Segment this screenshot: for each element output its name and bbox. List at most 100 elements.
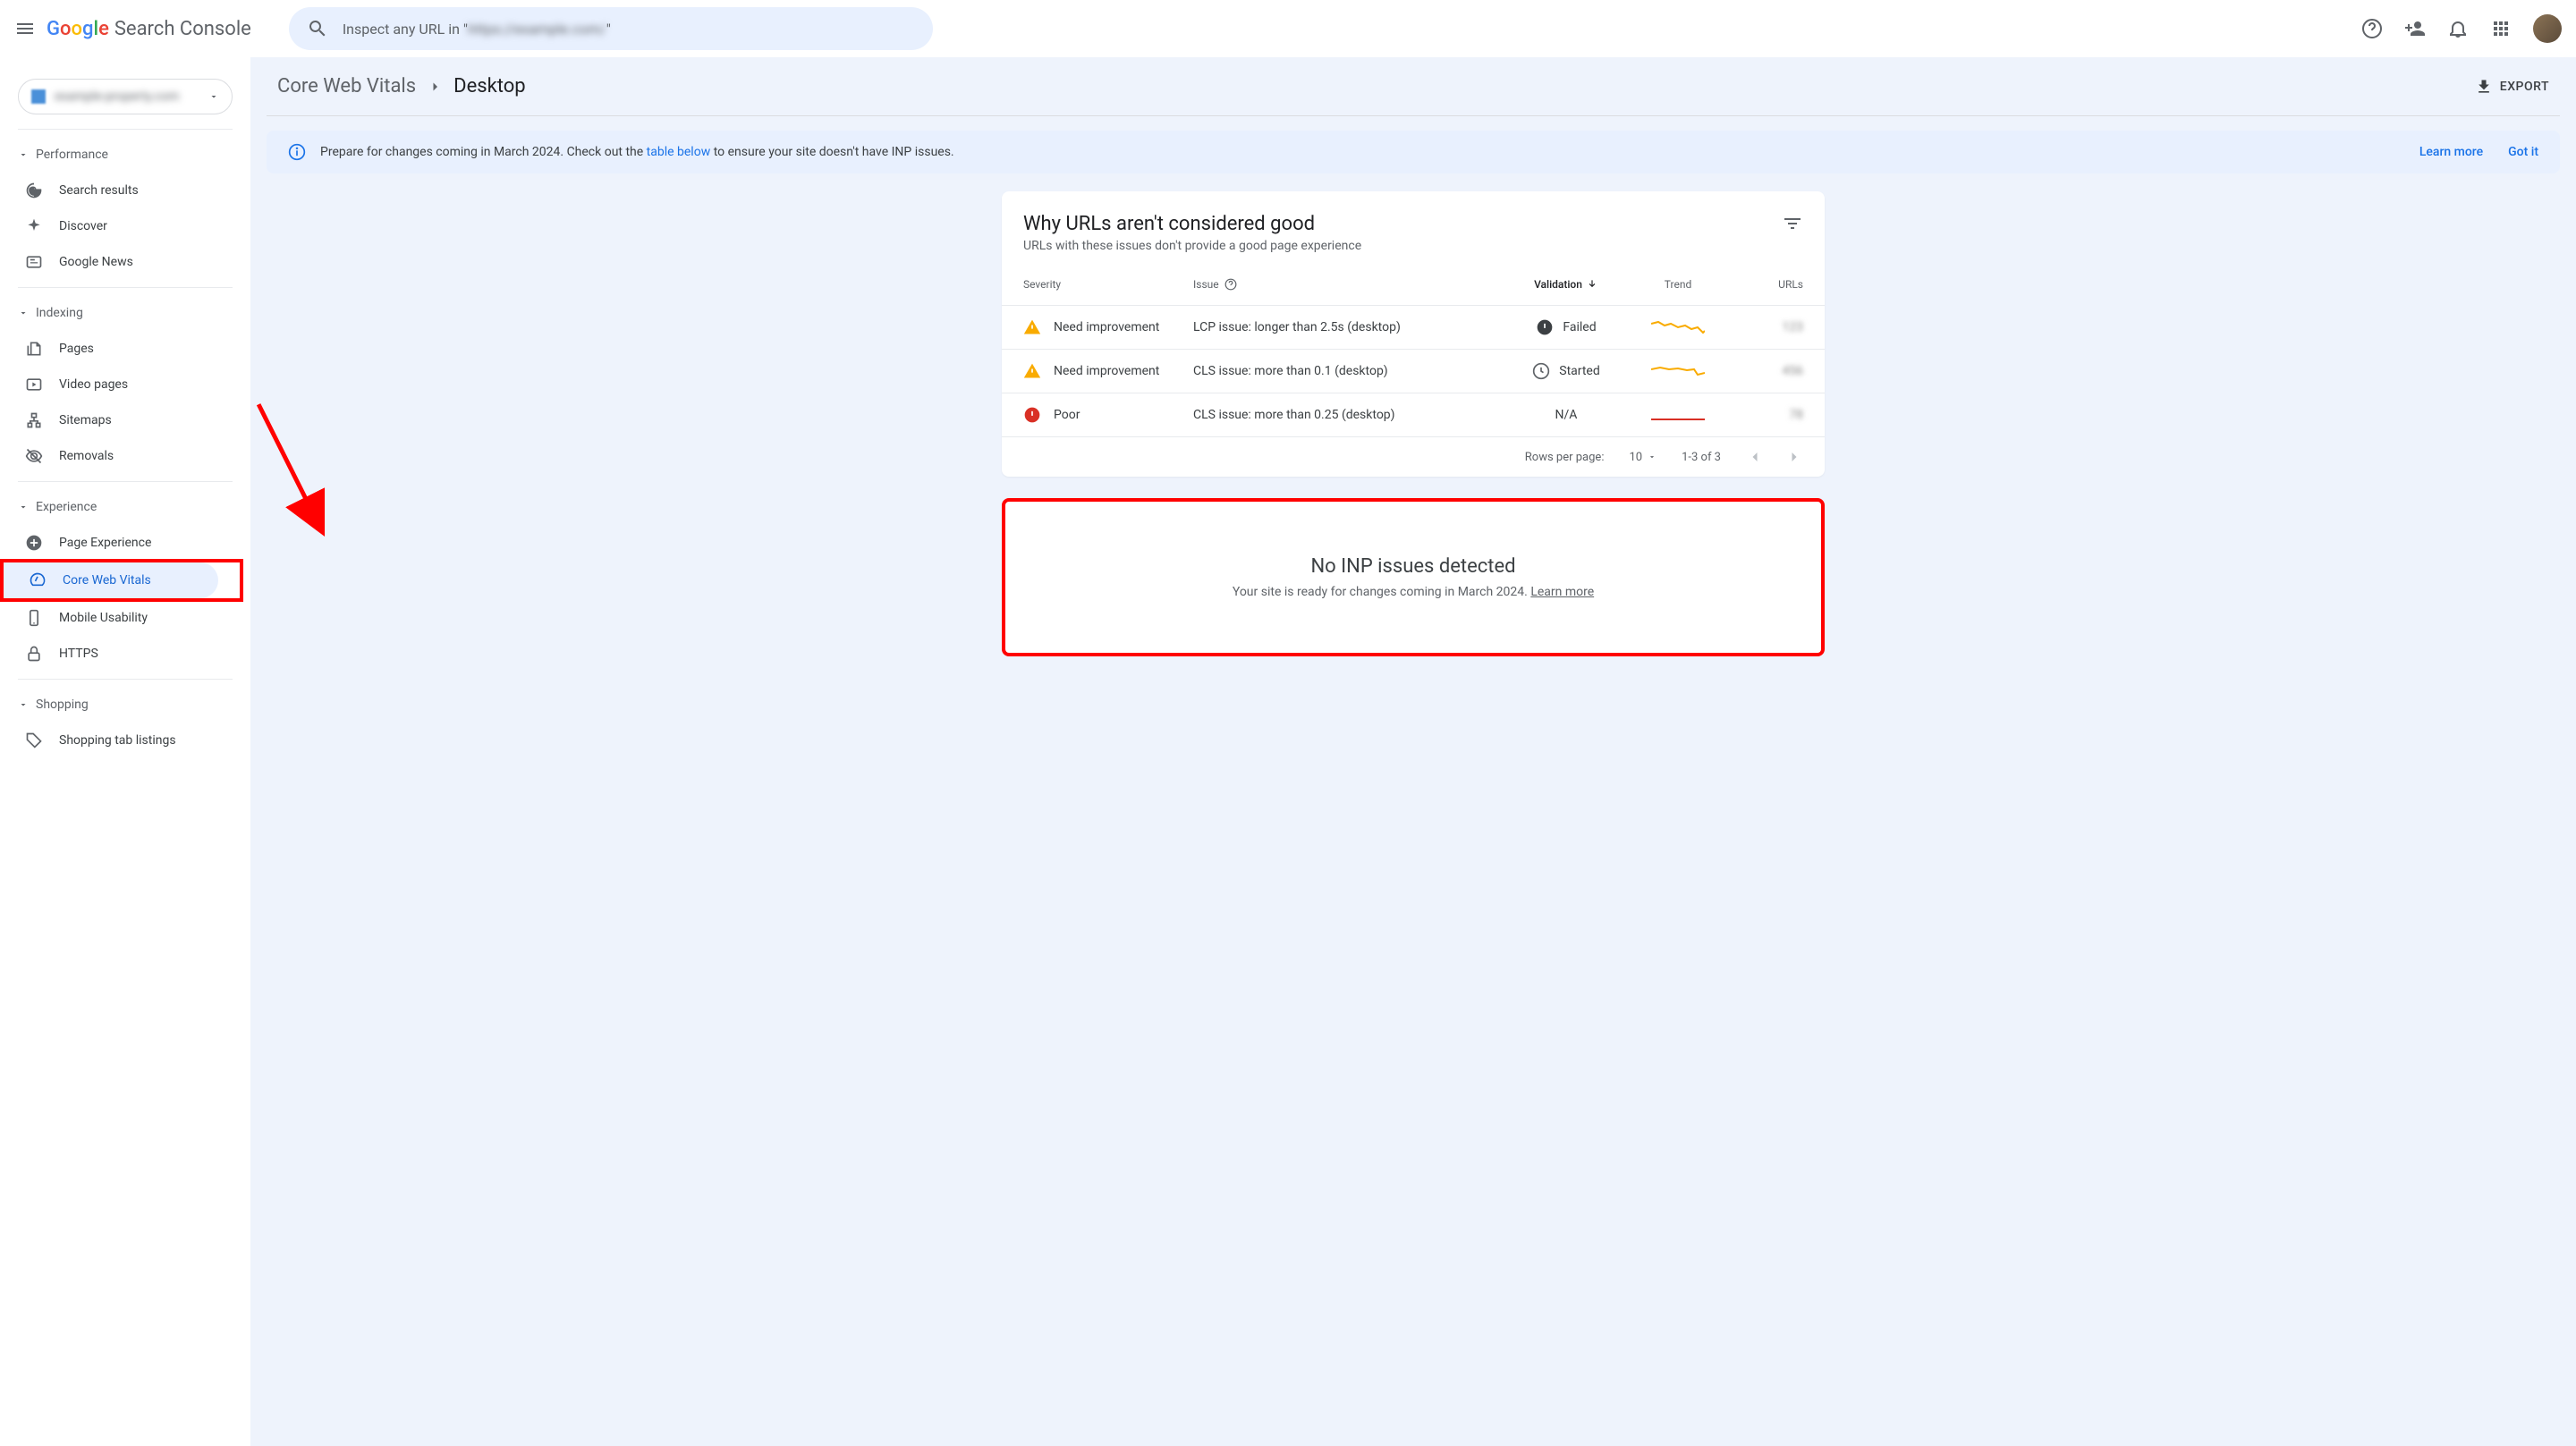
chevron-down-icon	[208, 91, 219, 102]
inp-card-subtitle: Your site is ready for changes coming in…	[1041, 585, 1785, 599]
failed-icon	[1536, 318, 1554, 336]
pages-icon	[25, 340, 43, 358]
help-icon[interactable]	[1224, 278, 1237, 291]
download-icon	[2475, 78, 2493, 96]
nav-search-results[interactable]: G Search results	[0, 173, 236, 208]
nav-discover[interactable]: Discover	[0, 208, 236, 244]
nav-sitemaps[interactable]: Sitemaps	[0, 402, 236, 438]
trend-sparkline	[1651, 406, 1705, 424]
warning-icon	[1023, 318, 1041, 336]
nav-page-experience[interactable]: Page Experience	[0, 525, 236, 561]
table-row[interactable]: Need improvement LCP issue: longer than …	[1002, 306, 1825, 350]
issues-table: Severity Issue Validation Trend URLs	[1002, 264, 1825, 437]
next-page-icon[interactable]	[1785, 448, 1803, 466]
banner-text: Prepare for changes coming in March 2024…	[320, 145, 954, 159]
col-trend[interactable]: Trend	[1624, 278, 1732, 291]
google-logo: Google	[47, 18, 109, 40]
nav-core-web-vitals[interactable]: Core Web Vitals	[4, 562, 218, 598]
col-issue[interactable]: Issue	[1193, 278, 1508, 291]
nav-removals[interactable]: Removals	[0, 438, 236, 474]
inp-learn-more-link[interactable]: Learn more	[1530, 585, 1594, 599]
user-avatar[interactable]	[2533, 14, 2562, 43]
news-icon	[25, 253, 43, 271]
highlight-annotation: Core Web Vitals	[0, 559, 243, 602]
col-urls[interactable]: URLs	[1732, 278, 1803, 291]
error-icon	[1023, 406, 1041, 424]
lock-icon	[25, 645, 43, 663]
google-g-icon: G	[25, 182, 43, 199]
info-banner: Prepare for changes coming in March 2024…	[267, 131, 2560, 173]
export-button[interactable]: EXPORT	[2475, 78, 2549, 96]
header-actions	[2361, 14, 2562, 43]
section-experience[interactable]: Experience	[0, 489, 250, 525]
issues-card-title: Why URLs aren't considered good	[1023, 213, 1361, 235]
nav-shopping-listings[interactable]: Shopping tab listings	[0, 723, 236, 758]
plus-circle-icon	[25, 534, 43, 552]
chevron-right-icon	[427, 79, 443, 95]
help-icon[interactable]	[2361, 18, 2383, 39]
speed-icon	[29, 571, 47, 589]
clock-icon	[1532, 362, 1550, 380]
section-shopping[interactable]: Shopping	[0, 687, 250, 723]
product-logo[interactable]: Google Search Console	[47, 18, 251, 40]
table-row[interactable]: Need improvement CLS issue: more than 0.…	[1002, 350, 1825, 393]
app-header: Google Search Console Inspect any URL in…	[0, 0, 2576, 57]
add-user-icon[interactable]	[2404, 18, 2426, 39]
main-content: Core Web Vitals Desktop EXPORT Prepare f…	[250, 57, 2576, 1446]
info-icon	[288, 143, 306, 161]
search-icon	[307, 18, 328, 39]
chevron-down-icon	[18, 149, 29, 160]
nav-mobile-usability[interactable]: Mobile Usability	[0, 600, 236, 636]
apps-grid-icon[interactable]	[2490, 18, 2512, 39]
col-severity[interactable]: Severity	[1023, 278, 1193, 291]
arrow-annotation	[242, 397, 349, 558]
search-placeholder: Inspect any URL in "https://example.com/…	[343, 21, 611, 38]
nav-pages[interactable]: Pages	[0, 331, 236, 367]
filter-icon[interactable]	[1782, 213, 1803, 234]
section-performance[interactable]: Performance	[0, 137, 250, 173]
tag-icon	[25, 731, 43, 749]
prev-page-icon[interactable]	[1746, 448, 1764, 466]
banner-inline-link[interactable]: table below	[647, 145, 711, 159]
chevron-down-icon	[18, 308, 29, 318]
col-validation[interactable]: Validation	[1508, 278, 1624, 291]
rows-per-page-select[interactable]: 10	[1629, 451, 1657, 464]
video-icon	[25, 376, 43, 393]
nav-https[interactable]: HTTPS	[0, 636, 236, 672]
property-name: example-property.com	[55, 89, 199, 104]
chevron-down-icon	[18, 699, 29, 710]
trend-sparkline	[1651, 318, 1705, 336]
sidebar: example-property.com Performance G Searc…	[0, 57, 250, 1446]
hamburger-menu-icon[interactable]	[14, 18, 36, 39]
arrow-down-icon	[1586, 278, 1598, 291]
product-name: Search Console	[114, 18, 251, 40]
warning-icon	[1023, 362, 1041, 380]
breadcrumb: Core Web Vitals Desktop	[277, 75, 526, 97]
property-favicon	[31, 89, 46, 104]
banner-learn-more[interactable]: Learn more	[2419, 145, 2483, 159]
table-header: Severity Issue Validation Trend URLs	[1002, 264, 1825, 306]
pagination: Rows per page: 10 1-3 of 3	[1002, 437, 1825, 477]
breadcrumb-current: Desktop	[453, 75, 526, 97]
banner-got-it[interactable]: Got it	[2508, 145, 2538, 159]
discover-icon	[25, 217, 43, 235]
issues-card-subtitle: URLs with these issues don't provide a g…	[1023, 239, 1361, 253]
inp-status-card: No INP issues detected Your site is read…	[1002, 498, 1825, 656]
inp-card-title: No INP issues detected	[1041, 555, 1785, 578]
breadcrumb-parent[interactable]: Core Web Vitals	[277, 75, 416, 97]
url-inspect-search[interactable]: Inspect any URL in "https://example.com/…	[289, 7, 933, 50]
property-selector[interactable]: example-property.com	[18, 79, 233, 114]
issues-card: Why URLs aren't considered good URLs wit…	[1002, 191, 1825, 477]
section-indexing[interactable]: Indexing	[0, 295, 250, 331]
nav-google-news[interactable]: Google News	[0, 244, 236, 280]
svg-text:G: G	[29, 185, 37, 199]
nav-video-pages[interactable]: Video pages	[0, 367, 236, 402]
chevron-down-icon	[1648, 452, 1657, 461]
notifications-icon[interactable]	[2447, 18, 2469, 39]
table-row[interactable]: Poor CLS issue: more than 0.25 (desktop)…	[1002, 393, 1825, 437]
removals-icon	[25, 447, 43, 465]
chevron-down-icon	[18, 502, 29, 512]
sitemap-icon	[25, 411, 43, 429]
page-header: Core Web Vitals Desktop EXPORT	[250, 57, 2576, 115]
mobile-icon	[25, 609, 43, 627]
